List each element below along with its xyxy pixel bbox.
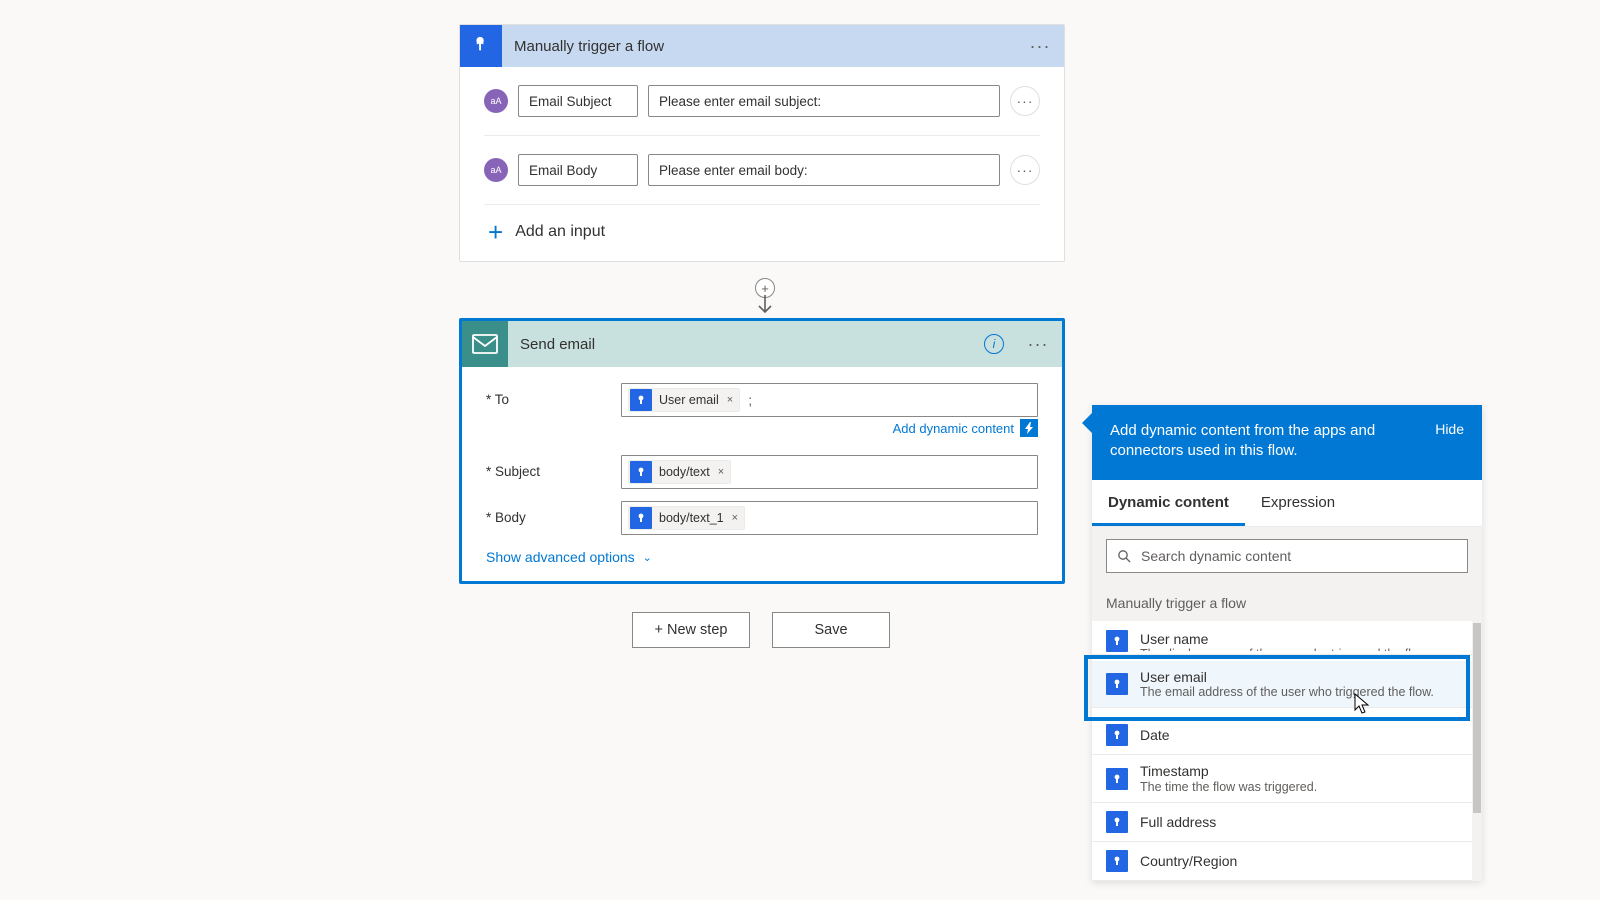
action-card: Send email i ··· * To User email × ; bbox=[459, 318, 1065, 584]
chevron-down-icon: ⌄ bbox=[643, 551, 652, 564]
dynamic-content-header: Add dynamic content from the apps and co… bbox=[1092, 405, 1482, 480]
flow-icon bbox=[630, 389, 652, 411]
to-input[interactable]: User email × ; bbox=[621, 383, 1038, 417]
dynamic-content-tabs: Dynamic content Expression bbox=[1092, 480, 1482, 527]
add-dynamic-content-link[interactable]: Add dynamic content bbox=[621, 419, 1038, 437]
search-icon bbox=[1117, 549, 1131, 563]
hide-panel-link[interactable]: Hide bbox=[1435, 421, 1464, 437]
token-body-text[interactable]: body/text × bbox=[628, 460, 731, 484]
tab-dynamic-content[interactable]: Dynamic content bbox=[1092, 480, 1245, 526]
show-advanced-options-link[interactable]: Show advanced options ⌄ bbox=[486, 541, 1038, 579]
trigger-title: Manually trigger a flow bbox=[514, 38, 1014, 55]
dynamic-item-user-email[interactable]: User email The email address of the user… bbox=[1092, 661, 1482, 709]
flow-icon bbox=[1106, 724, 1128, 746]
param-prompt-input[interactable]: Please enter email subject: bbox=[648, 85, 1000, 117]
token-remove-button[interactable]: × bbox=[716, 466, 730, 478]
subject-label: * Subject bbox=[486, 455, 621, 479]
flow-icon bbox=[1106, 630, 1128, 652]
scrollbar[interactable] bbox=[1472, 621, 1482, 882]
action-menu-button[interactable]: ··· bbox=[1024, 334, 1052, 355]
action-header[interactable]: Send email i ··· bbox=[462, 321, 1062, 367]
dynamic-item-full-address[interactable]: Full address bbox=[1092, 803, 1482, 842]
dynamic-item-timestamp[interactable]: Timestamp The time the flow was triggere… bbox=[1092, 755, 1482, 803]
body-label: * Body bbox=[486, 501, 621, 525]
param-name-input[interactable]: Email Body bbox=[518, 154, 638, 186]
trigger-input-row: aA Email Body Please enter email body: ·… bbox=[484, 136, 1040, 205]
input-row-menu-button[interactable]: ··· bbox=[1010, 86, 1040, 116]
dynamic-content-header-text: Add dynamic content from the apps and co… bbox=[1110, 421, 1425, 462]
tab-expression[interactable]: Expression bbox=[1245, 480, 1351, 526]
dynamic-item-country-region[interactable]: Country/Region bbox=[1092, 842, 1482, 881]
arrow-down-icon bbox=[756, 295, 774, 317]
panel-notch bbox=[1082, 413, 1092, 433]
flow-icon bbox=[1106, 850, 1128, 872]
flow-icon bbox=[630, 507, 652, 529]
param-name-input[interactable]: Email Subject bbox=[518, 85, 638, 117]
connector: + bbox=[755, 278, 775, 317]
subject-field-row: * Subject body/text × bbox=[486, 449, 1038, 495]
info-icon[interactable]: i bbox=[984, 334, 1004, 354]
trigger-menu-button[interactable]: ··· bbox=[1026, 36, 1054, 57]
dynamic-content-section-title: Manually trigger a flow bbox=[1092, 585, 1482, 621]
lightning-icon bbox=[1020, 419, 1038, 437]
trigger-card: Manually trigger a flow ··· aA Email Sub… bbox=[459, 24, 1065, 262]
input-row-menu-button[interactable]: ··· bbox=[1010, 155, 1040, 185]
trigger-header[interactable]: Manually trigger a flow ··· bbox=[460, 25, 1064, 67]
separator: ; bbox=[744, 392, 752, 408]
dynamic-item-date[interactable]: Date bbox=[1092, 716, 1482, 755]
flow-icon bbox=[1106, 768, 1128, 790]
mail-icon bbox=[462, 321, 508, 367]
new-step-button[interactable]: + New step bbox=[632, 612, 750, 648]
flow-icon bbox=[630, 461, 652, 483]
text-type-icon: aA bbox=[484, 89, 508, 113]
token-body-text-1[interactable]: body/text_1 × bbox=[628, 506, 745, 530]
text-type-icon: aA bbox=[484, 158, 508, 182]
search-placeholder: Search dynamic content bbox=[1141, 548, 1291, 564]
token-remove-button[interactable]: × bbox=[725, 394, 739, 406]
param-prompt-input[interactable]: Please enter email body: bbox=[648, 154, 1000, 186]
trigger-icon bbox=[460, 25, 502, 67]
flow-icon bbox=[1106, 811, 1128, 833]
body-field-row: * Body body/text_1 × bbox=[486, 495, 1038, 541]
plus-icon: + bbox=[488, 219, 503, 245]
dynamic-item-user-name[interactable]: User name The display name of the user w… bbox=[1092, 621, 1482, 655]
save-button[interactable]: Save bbox=[772, 612, 890, 648]
token-remove-button[interactable]: × bbox=[730, 512, 744, 524]
body-input[interactable]: body/text_1 × bbox=[621, 501, 1038, 535]
dynamic-content-list: User name The display name of the user w… bbox=[1092, 621, 1482, 882]
action-title: Send email bbox=[520, 336, 972, 353]
dynamic-content-panel: Add dynamic content from the apps and co… bbox=[1092, 405, 1482, 881]
flow-icon bbox=[1106, 673, 1128, 695]
dynamic-content-search[interactable]: Search dynamic content bbox=[1106, 539, 1468, 573]
subject-input[interactable]: body/text × bbox=[621, 455, 1038, 489]
trigger-input-row: aA Email Subject Please enter email subj… bbox=[484, 67, 1040, 136]
to-label: * To bbox=[486, 383, 621, 407]
add-input-button[interactable]: + Add an input bbox=[484, 205, 1040, 261]
add-input-label: Add an input bbox=[515, 223, 605, 241]
to-field-row: * To User email × ; Add dynamic content bbox=[486, 377, 1038, 449]
token-user-email[interactable]: User email × bbox=[628, 388, 740, 412]
